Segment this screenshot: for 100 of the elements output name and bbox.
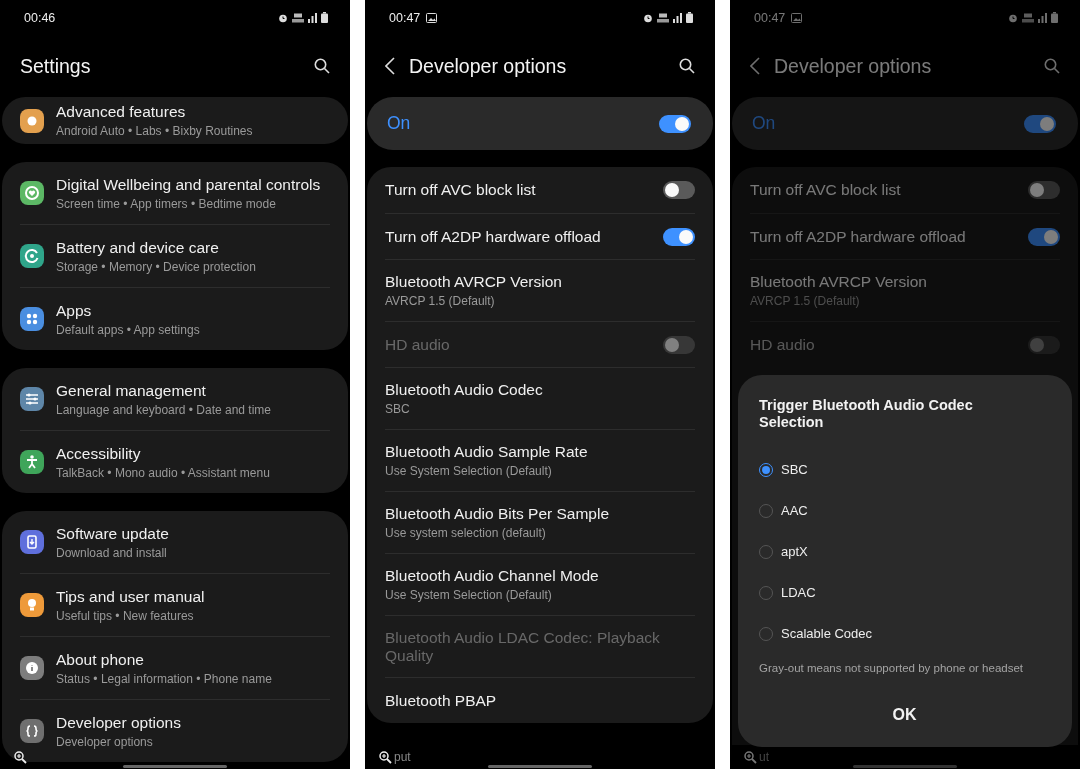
dialog-title: Trigger Bluetooth Audio Codec Selection — [759, 397, 974, 431]
option-title: Turn off AVC block list — [385, 181, 536, 199]
option-item[interactable]: Bluetooth PBAP — [385, 677, 695, 723]
settings-item[interactable]: Advanced features Android Auto • Labs • Bixby Routines — [20, 97, 330, 144]
item-title: Advanced features — [56, 103, 187, 121]
page-title: Developer options — [409, 54, 567, 78]
item-title: Apps — [56, 301, 93, 320]
alarm-icon — [1008, 12, 1018, 23]
toggle-switch[interactable] — [1024, 114, 1056, 133]
signal-icon — [1038, 12, 1047, 23]
item-summary: Language and keyboard • Date and time — [56, 402, 272, 417]
option-title: Turn off A2DP hardware offload — [385, 227, 601, 246]
dialog-note: Gray-out means not supported by phone or headset — [759, 662, 1025, 674]
item-summary: Default apps • App settings — [56, 322, 200, 337]
option-summary: Use System Selection (Default) — [385, 588, 553, 602]
master-switch-label: On — [752, 113, 776, 134]
ok-button[interactable]: OK — [878, 702, 931, 728]
option-summary: AVRCP 1.5 (Default) — [750, 294, 861, 308]
settings-item[interactable]: Tips and user manual Useful tips • New features — [20, 573, 330, 636]
item-summary: Android Auto • Labs • Bixby Routines — [56, 124, 253, 138]
option-summary: Use system selection (default) — [385, 526, 547, 540]
status-time: 00:47 — [389, 10, 421, 25]
toggle-switch[interactable] — [663, 227, 695, 246]
radio-option[interactable]: LDAC — [759, 572, 1050, 613]
option-item[interactable]: Bluetooth AVRCP Version AVRCP 1.5 (Default) — [750, 259, 1060, 321]
switch-row[interactable]: Turn off A2DP hardware offload — [385, 213, 695, 259]
option-title: Bluetooth Audio Channel Mode — [385, 567, 599, 585]
item-summary: Screen time • App timers • Bedtime mode — [56, 196, 277, 211]
option-summary: SBC — [385, 402, 411, 416]
option-summary: Use System Selection (Default) — [385, 464, 553, 478]
alarm-icon — [643, 12, 653, 23]
battery-icon — [686, 12, 693, 23]
item-summary: Useful tips • New features — [56, 608, 195, 623]
radio-option[interactable]: AAC — [759, 490, 1050, 531]
item-summary: Download and install — [56, 545, 168, 560]
item-title: About phone — [56, 650, 145, 669]
settings-item[interactable]: Battery and device care Storage • Memory • Device protection — [20, 224, 330, 287]
option-title: Bluetooth AVRCP Version — [385, 273, 562, 291]
item-title: Battery and device care — [56, 238, 220, 257]
toggle-switch[interactable] — [1028, 227, 1060, 246]
item-summary: TalkBack • Mono audio • Assistant menu — [56, 465, 270, 480]
zoom-in-icon[interactable] — [379, 750, 392, 764]
switch-row[interactable]: Turn off AVC block list — [750, 167, 1060, 213]
page-title: Settings — [20, 54, 91, 78]
search-icon[interactable] — [314, 58, 330, 74]
option-title: HD audio — [385, 335, 450, 354]
signal-icon — [673, 12, 682, 23]
item-title: Digital Wellbeing and parental controls — [56, 175, 321, 194]
back-icon[interactable] — [385, 57, 395, 75]
option-title: Bluetooth Audio Bits Per Sample — [385, 505, 610, 523]
alarm-icon — [278, 12, 288, 23]
zoom-in-icon[interactable] — [14, 750, 27, 764]
option-item[interactable]: Bluetooth Audio Sample Rate Use System Selection (Default) — [385, 429, 695, 491]
item-title: Tips and user manual — [56, 587, 205, 606]
status-time: 00:47 — [754, 10, 786, 25]
option-title: Bluetooth AVRCP Version — [750, 273, 927, 291]
volte-icon — [657, 12, 669, 23]
settings-item[interactable]: Developer options Developer options — [20, 699, 330, 762]
radio-option[interactable]: aptX — [759, 531, 1050, 572]
page-title: Developer options — [774, 54, 932, 78]
volte-icon — [292, 12, 304, 23]
option-title: Turn off A2DP hardware offload — [750, 227, 966, 246]
item-title: General management — [56, 381, 207, 400]
item-title: Developer options — [56, 713, 181, 732]
navigation-handle[interactable] — [488, 765, 592, 768]
item-summary: Developer options — [56, 734, 154, 749]
battery-icon — [321, 12, 328, 23]
partial-label: ut — [759, 750, 769, 764]
switch-row[interactable]: Turn off A2DP hardware offload — [750, 213, 1060, 259]
master-switch-row[interactable]: On — [367, 97, 713, 150]
settings-item[interactable]: Software update Download and install — [20, 511, 330, 573]
navigation-handle[interactable] — [123, 765, 227, 768]
option-title: Bluetooth Audio Codec — [385, 381, 543, 399]
option-item[interactable]: Bluetooth Audio Codec SBC — [385, 367, 695, 429]
search-icon[interactable] — [679, 58, 695, 74]
switch-row[interactable]: Turn off AVC block list — [385, 167, 695, 213]
option-title: Turn off AVC block list — [750, 181, 901, 199]
option-title: HD audio — [750, 335, 815, 354]
settings-item[interactable]: Digital Wellbeing and parental controls Screen time • App timers • Bedtime mode — [20, 162, 330, 224]
signal-icon — [308, 12, 317, 23]
item-summary: Status • Legal information • Phone name — [56, 671, 272, 686]
settings-item[interactable]: General management Language and keyboard • Date and time — [20, 368, 330, 430]
option-item[interactable]: Bluetooth AVRCP Version AVRCP 1.5 (Default) — [385, 259, 695, 321]
option-title: Bluetooth Audio Sample Rate — [385, 443, 588, 461]
toggle-switch[interactable] — [659, 114, 691, 133]
option-item[interactable]: Bluetooth Audio Bits Per Sample Use system selection (default) — [385, 491, 695, 553]
master-switch-label: On — [387, 113, 411, 134]
navigation-handle[interactable] — [853, 765, 957, 768]
toggle-switch[interactable] — [1028, 181, 1060, 199]
option-item[interactable]: Bluetooth Audio Channel Mode Use System Selection (Default) — [385, 553, 695, 615]
item-summary: Storage • Memory • Device protection — [56, 259, 256, 274]
radio-option[interactable]: SBC — [759, 449, 1050, 490]
settings-item[interactable]: About phone Status • Legal information • Phone name — [20, 636, 330, 699]
item-title: Software update — [56, 524, 169, 543]
settings-item[interactable]: Accessibility TalkBack • Mono audio • Assistant menu — [20, 430, 330, 493]
settings-item[interactable]: Apps Default apps • App settings — [20, 287, 330, 350]
radio-option[interactable]: Scalable Codec — [759, 613, 1050, 654]
toggle-switch[interactable] — [663, 181, 695, 199]
battery-icon — [1051, 12, 1058, 23]
partial-label: put — [394, 750, 411, 764]
